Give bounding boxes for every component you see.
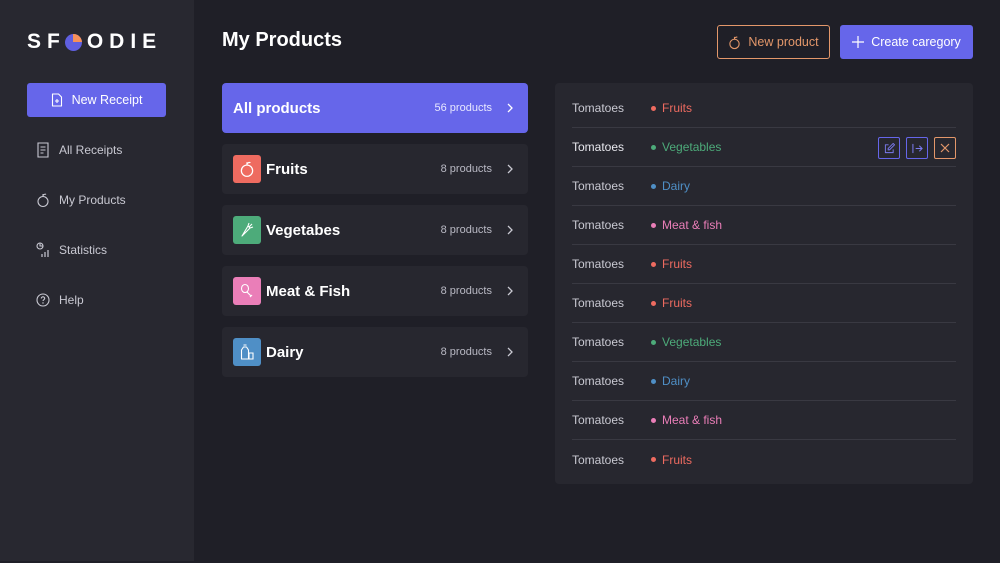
chevron-right-icon (507, 286, 513, 296)
sidebar-item-label: My Products (59, 193, 126, 207)
tag-dot (651, 261, 656, 267)
category-all-products[interactable]: All products 56 products (222, 83, 528, 133)
product-tag: Dairy (662, 179, 691, 193)
product-name: Tomatoes (572, 140, 625, 154)
new-receipt-label: New Receipt (71, 93, 143, 107)
product-tag: Dairy (662, 374, 691, 388)
new-product-button[interactable]: New product (717, 25, 830, 59)
product-tag: Fruits (662, 257, 692, 271)
new-product-label: New product (748, 35, 819, 49)
apple-icon (729, 36, 741, 49)
tag-dot (651, 300, 656, 306)
product-name: Tomatoes (572, 101, 625, 115)
category-name: Dairy (266, 343, 304, 361)
pie-chart-icon (64, 33, 82, 51)
product-tag: Meat & fish (662, 413, 723, 427)
sidebar: SF ODIE New Receipt All Receipts My Prod… (0, 0, 194, 561)
product-tag: Meat & fish (662, 218, 723, 232)
sidebar-item-all-receipts[interactable]: All Receipts (36, 140, 122, 160)
list-item[interactable]: Tomatoes Fruits (572, 89, 956, 128)
move-icon (911, 143, 923, 153)
product-tag: Vegetables (662, 140, 722, 154)
product-tag: Fruits (662, 452, 692, 467)
list-item[interactable]: Tomatoes Dairy (572, 362, 956, 401)
sidebar-item-my-products[interactable]: My Products (36, 190, 126, 210)
category-name: Vegetabes (266, 221, 341, 239)
product-list: Tomatoes Fruits Tomatoes Vegetables Toma… (555, 83, 973, 484)
product-name: Tomatoes (572, 257, 625, 271)
tag-dot (651, 144, 656, 150)
category-count: 8 products (440, 346, 492, 358)
delete-button[interactable] (934, 137, 956, 159)
tag-dot (651, 417, 656, 423)
chevron-right-icon (507, 164, 513, 174)
create-category-label: Create caregory (871, 35, 961, 49)
list-item[interactable]: Tomatoes Meat & fish (572, 401, 956, 440)
edit-icon (884, 142, 895, 153)
list-item[interactable]: Tomatoes Vegetables (572, 128, 956, 167)
drumstick-icon (233, 277, 261, 305)
list-item[interactable]: Tomatoes Fruits (572, 284, 956, 323)
product-name: Tomatoes (572, 413, 625, 427)
logo-text-right: ODIE (86, 30, 163, 53)
category-name: Meat & Fish (266, 282, 351, 300)
plus-icon (852, 36, 865, 48)
product-name: Tomatoes (572, 335, 625, 349)
list-item[interactable]: Tomatoes Vegetables (572, 323, 956, 362)
edit-button[interactable] (878, 137, 900, 159)
sidebar-item-label: Help (59, 293, 84, 307)
receipt-icon (37, 142, 49, 158)
category-dairy[interactable]: Dairy 8 products (222, 327, 528, 377)
apple-icon (37, 193, 49, 208)
category-vegetables[interactable]: Vegetabes 8 products (222, 205, 528, 255)
product-tag: Vegetables (662, 335, 722, 349)
category-meat-fish[interactable]: Meat & Fish 8 products (222, 266, 528, 316)
tag-dot (651, 339, 656, 345)
statistics-icon (36, 242, 49, 257)
list-item[interactable]: Tomatoes Fruits (572, 440, 956, 479)
page-title: My Products (222, 29, 343, 51)
sidebar-item-label: All Receipts (59, 143, 123, 157)
product-name: Tomatoes (572, 374, 625, 388)
product-tag: Fruits (662, 296, 692, 310)
category-fruits[interactable]: Fruits 8 products (222, 144, 528, 194)
logo[interactable]: SF ODIE (27, 29, 162, 55)
product-name: Tomatoes (572, 218, 625, 232)
product-tag: Fruits (662, 101, 692, 115)
logo-text-left: SF (27, 30, 66, 53)
chevron-right-icon (507, 347, 513, 357)
list-item[interactable]: Tomatoes Fruits (572, 245, 956, 284)
sidebar-item-statistics[interactable]: Statistics (36, 240, 107, 260)
tag-dot (651, 105, 656, 111)
carrot-icon (233, 216, 261, 244)
list-item[interactable]: Tomatoes Dairy (572, 167, 956, 206)
sidebar-item-label: Statistics (59, 243, 108, 257)
chevron-right-icon (507, 225, 513, 235)
new-receipt-button[interactable]: New Receipt (27, 83, 166, 117)
list-item[interactable]: Tomatoes Meat & fish (572, 206, 956, 245)
category-name: Fruits (266, 160, 308, 178)
product-name: Tomatoes (572, 296, 625, 310)
category-count: 8 products (440, 163, 492, 175)
category-name: All products (233, 99, 321, 117)
create-category-button[interactable]: Create caregory (840, 25, 973, 59)
move-button[interactable] (906, 137, 928, 159)
chevron-right-icon (507, 103, 513, 113)
product-name: Tomatoes (572, 179, 625, 193)
tag-dot (651, 222, 656, 228)
document-add-icon (51, 93, 62, 107)
tag-dot (651, 378, 656, 384)
help-icon (36, 293, 50, 307)
category-count: 8 products (440, 285, 492, 297)
apple-icon (233, 155, 261, 183)
sidebar-item-help[interactable]: Help (36, 290, 84, 310)
category-count: 8 products (440, 224, 492, 236)
product-name: Tomatoes (572, 452, 625, 467)
tag-dot (651, 457, 656, 462)
close-icon (940, 143, 950, 153)
tag-dot (651, 183, 656, 189)
category-count: 56 products (434, 102, 492, 114)
row-actions (878, 137, 956, 159)
milk-icon (233, 338, 261, 366)
